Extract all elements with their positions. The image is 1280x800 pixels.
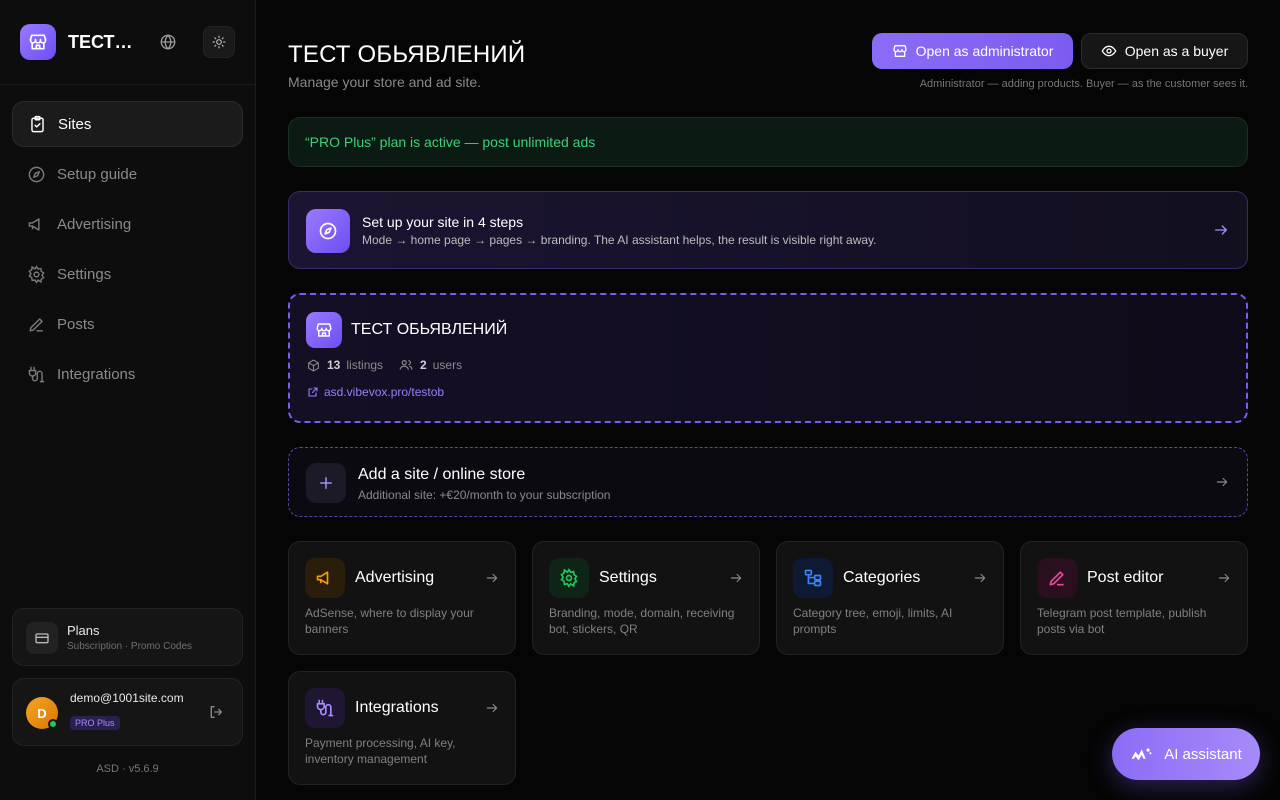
plug-icon (26, 364, 46, 384)
compass-icon (306, 209, 350, 253)
sidebar-item-label: Advertising (57, 215, 132, 233)
arrow-right-icon (1215, 475, 1229, 489)
arrow-right-icon (485, 701, 499, 715)
site-card[interactable]: ТЕСТ ОБЬЯВЛЕНИЙ 13 listings 2 users asd.… (288, 293, 1248, 423)
tile-categories[interactable]: Categories Category tree, emoji, limits,… (776, 541, 1004, 655)
gear-icon (26, 264, 46, 284)
store-icon (306, 312, 342, 348)
sidebar-item-sites[interactable]: Sites (12, 101, 243, 147)
sidebar-item-label: Setup guide (57, 165, 138, 183)
site-stats: 13 listings 2 users (307, 358, 462, 372)
tile-description: AdSense, where to display your banners (305, 606, 474, 636)
tile-description: Category tree, emoji, limits, AI prompts (793, 606, 953, 636)
sidebar-item-settings[interactable]: Settings (12, 251, 243, 297)
sidebar: ТЕСТ ... Sites Setup guide Advertising S… (0, 0, 256, 800)
megaphone-icon (305, 558, 345, 598)
tile-title: Categories (843, 569, 921, 586)
plug-icon (305, 688, 345, 728)
user-card[interactable]: D demo@1001site.com PRO Plus (12, 678, 243, 746)
sidebar-item-label: Settings (57, 265, 112, 283)
arrow-right-icon (1213, 222, 1229, 238)
user-email: demo@1001site.com (70, 691, 184, 705)
sidebar-item-advertising[interactable]: Advertising (12, 201, 243, 247)
tile-title: Settings (599, 569, 657, 586)
eye-icon (1101, 43, 1117, 59)
arrow-right-icon (485, 571, 499, 585)
box-icon (307, 359, 320, 372)
plans-title: Plans (67, 623, 100, 638)
site-name: ТЕСТ ОБЬЯВЛЕНИЙ (351, 321, 508, 338)
tile-advertising[interactable]: Advertising AdSense, where to display yo… (288, 541, 516, 655)
plans-subtitle: Subscription · Promo Codes (67, 641, 193, 652)
tile-title: Advertising (355, 569, 435, 586)
add-site-title: Add a site / online store (358, 466, 526, 483)
app-version: ASD · v5.6.9 (96, 763, 159, 775)
add-site-subtitle: Additional site: +€20/month to your subs… (358, 488, 611, 502)
sidebar-item-label: Posts (57, 315, 95, 333)
online-status-dot (48, 719, 58, 729)
external-link-icon (307, 386, 319, 398)
theme-toggle-sun-icon[interactable] (203, 26, 235, 58)
open-as-administrator-button[interactable]: Open as administrator (872, 33, 1073, 69)
tile-title: Integrations (355, 699, 439, 716)
setup-guide-card[interactable]: Set up your site in 4 steps Mode → home … (288, 191, 1248, 269)
setup-title: Set up your site in 4 steps (362, 214, 524, 230)
site-link[interactable]: asd.vibevox.pro/testob (307, 385, 444, 399)
page-title: ТЕСТ ОБЬЯВЛЕНИЙ (288, 41, 526, 68)
tile-post-editor[interactable]: Post editor Telegram post template, publ… (1020, 541, 1248, 655)
tile-title: Post editor (1087, 569, 1164, 586)
brand-header: ТЕСТ ... (0, 0, 255, 85)
tile-description: Payment processing, AI key, inventory ma… (305, 736, 456, 766)
mode-hint: Administrator — adding products. Buyer —… (919, 78, 1248, 90)
sidebar-item-label: Sites (58, 115, 92, 133)
listings-label: listings (346, 358, 384, 372)
plans-card[interactable]: Plans Subscription · Promo Codes (12, 608, 243, 666)
tile-description: Telegram post template, publish posts vi… (1037, 606, 1207, 636)
site-url: asd.vibevox.pro/testob (324, 385, 445, 399)
credit-card-icon (26, 622, 58, 654)
store-logo-icon[interactable] (20, 24, 56, 60)
arrow-right-icon (1217, 571, 1231, 585)
compass-icon (26, 164, 46, 184)
arrow-right-icon (729, 571, 743, 585)
sidebar-item-posts[interactable]: Posts (12, 301, 243, 347)
category-tree-icon (793, 558, 833, 598)
plus-icon (306, 463, 346, 503)
plan-badge: PRO Plus (70, 716, 120, 730)
pen-icon (26, 314, 46, 334)
plan-status-banner: “PRO Plus” plan is active — post unlimit… (288, 117, 1248, 167)
sparkle-icon (1130, 746, 1152, 762)
users-count: 2 (420, 358, 427, 372)
sidebar-item-integrations[interactable]: Integrations (12, 351, 243, 397)
users-icon (399, 358, 413, 372)
arrow-right-icon (973, 571, 987, 585)
gear-icon (549, 558, 589, 598)
open-as-buyer-label: Open as a buyer (1124, 43, 1229, 59)
store-icon (892, 43, 908, 59)
sidebar-item-label: Integrations (57, 365, 136, 383)
add-site-card[interactable]: Add a site / online store Additional sit… (288, 447, 1248, 517)
open-as-administrator-label: Open as administrator (915, 43, 1054, 59)
language-globe-icon[interactable] (156, 30, 180, 54)
listings-count: 13 (327, 358, 341, 372)
tile-settings[interactable]: Settings Branding, mode, domain, receivi… (532, 541, 760, 655)
logout-icon[interactable] (207, 703, 225, 721)
setup-description: Mode → home page → pages → branding. The… (362, 233, 877, 247)
open-as-buyer-button[interactable]: Open as a buyer (1081, 33, 1248, 69)
sidebar-nav: Sites Setup guide Advertising Settings P… (12, 101, 243, 401)
users-label: users (432, 358, 463, 372)
tile-description: Branding, mode, domain, receiving bot, s… (549, 606, 735, 636)
clipboard-check-icon (27, 114, 47, 134)
page-subtitle: Manage your store and ad site. (288, 74, 482, 90)
ai-assistant-button[interactable]: AI assistant (1112, 728, 1260, 780)
pen-icon (1037, 558, 1077, 598)
brand-name[interactable]: ТЕСТ ... (68, 32, 134, 53)
ai-assistant-label: AI assistant (1164, 745, 1242, 763)
megaphone-icon (26, 214, 46, 234)
sidebar-item-setup-guide[interactable]: Setup guide (12, 151, 243, 197)
tile-integrations[interactable]: Integrations Payment processing, AI key,… (288, 671, 516, 785)
